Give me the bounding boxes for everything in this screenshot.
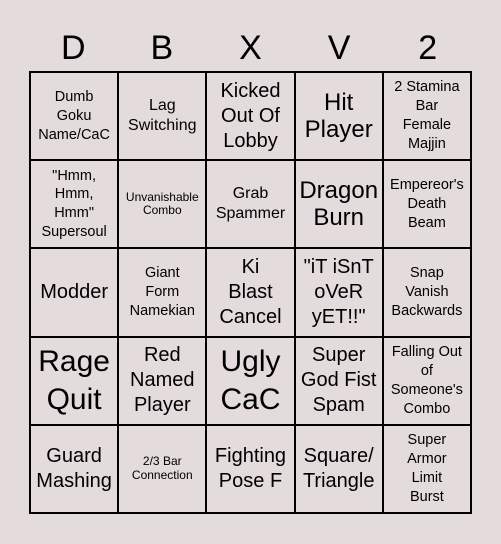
- bingo-cell[interactable]: "iT iSnT oVeR yET!!": [294, 248, 383, 337]
- header-letter-x: X: [239, 29, 262, 67]
- bingo-cell[interactable]: Giant Form Namekian: [118, 248, 207, 337]
- bingo-cell[interactable]: Guard Mashing: [30, 424, 119, 513]
- bingo-cell[interactable]: Falling Out of Someone's Combo: [382, 336, 471, 425]
- header-letter-d: D: [61, 29, 86, 67]
- bingo-cell[interactable]: Unvanishable Combo: [118, 160, 207, 249]
- header-letter-b: B: [150, 29, 174, 67]
- bingo-cell[interactable]: Empereor's Death Beam: [382, 160, 471, 249]
- bingo-cell[interactable]: Snap Vanish Backwards: [382, 248, 471, 337]
- bingo-cell[interactable]: 2/3 Bar Connection: [118, 424, 207, 513]
- bingo-cell[interactable]: Modder: [30, 248, 119, 337]
- bingo-grid: Dumb Goku Name/CaC Lag Switching Kicked Ou…: [29, 71, 472, 514]
- header-letter-v: V: [327, 29, 351, 67]
- bingo-cell[interactable]: Ugly CaC: [206, 336, 295, 425]
- bingo-cell[interactable]: Dumb Goku Name/CaC: [30, 72, 119, 161]
- header-letter-2: 2: [418, 29, 438, 67]
- bingo-cell[interactable]: 2 Stamina Bar Female Majjin: [382, 72, 471, 161]
- bingo-cell[interactable]: Ki Blast Cancel: [206, 248, 295, 337]
- bingo-cell[interactable]: Rage Quit: [30, 336, 119, 425]
- bingo-cell[interactable]: Dragon Burn: [294, 160, 383, 249]
- bingo-header: D B X V 2: [29, 26, 472, 71]
- bingo-cell[interactable]: Lag Switching: [118, 72, 207, 161]
- bingo-cell[interactable]: Fighting Pose F: [206, 424, 295, 513]
- bingo-cell[interactable]: "Hmm, Hmm, Hmm" Supersoul: [30, 160, 119, 249]
- bingo-cell[interactable]: Hit Player: [294, 72, 383, 161]
- bingo-cell[interactable]: Square/ Triangle: [294, 424, 383, 513]
- bingo-cell[interactable]: Super Armor Limit Burst: [382, 424, 471, 513]
- bingo-cell[interactable]: Kicked Out Of Lobby: [206, 72, 295, 161]
- bingo-cell[interactable]: Grab Spammer: [206, 160, 295, 249]
- bingo-cell[interactable]: Red Named Player: [118, 336, 207, 425]
- bingo-cell[interactable]: Super God Fist Spam: [294, 336, 383, 425]
